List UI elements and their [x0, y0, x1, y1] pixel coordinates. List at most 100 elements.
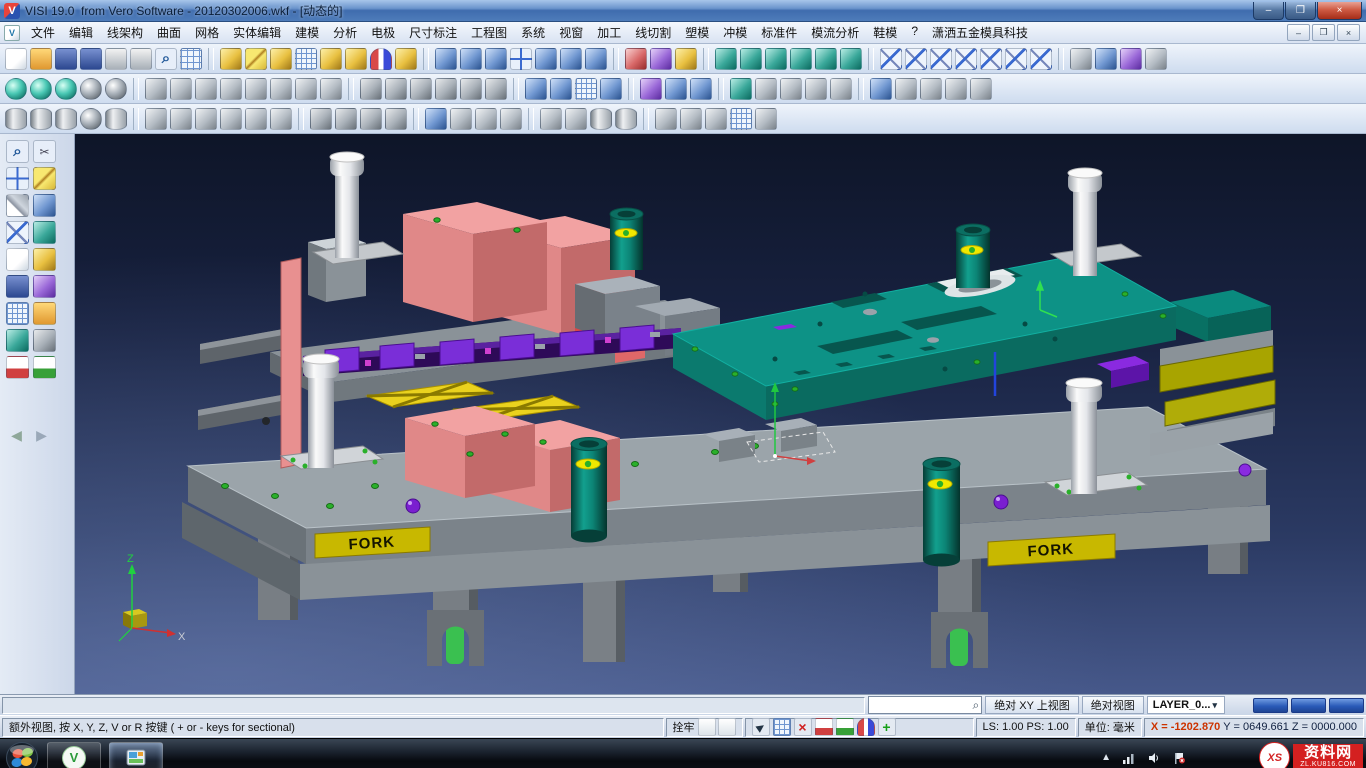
- doc-red-icon[interactable]: [6, 356, 29, 379]
- sphere-gray-icon[interactable]: [80, 78, 102, 100]
- wire-blue-icon[interactable]: [1030, 48, 1052, 70]
- doc-green-icon[interactable]: [836, 718, 854, 736]
- cube-blue-icon[interactable]: [665, 78, 687, 100]
- sphere-gray-icon[interactable]: [80, 108, 102, 130]
- cube-gray-icon[interactable]: [220, 108, 242, 130]
- cube-gray-icon[interactable]: [170, 78, 192, 100]
- print-icon[interactable]: [105, 48, 127, 70]
- disk-icon[interactable]: [80, 48, 102, 70]
- quick-view-button-2[interactable]: [1291, 698, 1326, 713]
- cube-gray-icon[interactable]: [565, 108, 587, 130]
- lock-cell[interactable]: 拴牢: [666, 718, 743, 737]
- menu-item[interactable]: 系统: [514, 22, 552, 43]
- viewport-canvas[interactable]: FORK FORK: [75, 134, 1366, 694]
- cube-gray-icon[interactable]: [145, 78, 167, 100]
- cube-gray2-icon[interactable]: [460, 78, 482, 100]
- cyl-gray-icon[interactable]: [615, 108, 637, 130]
- menu-item[interactable]: 标准件: [754, 22, 804, 43]
- taskbar-app-active[interactable]: [109, 742, 163, 768]
- doc-white-icon[interactable]: [698, 718, 716, 736]
- cube-gray-icon[interactable]: [270, 108, 292, 130]
- cube-teal-icon[interactable]: [765, 48, 787, 70]
- menu-item[interactable]: 潇洒五金模具科技: [925, 22, 1035, 43]
- cube-teal-icon[interactable]: [840, 48, 862, 70]
- cube-gray2-icon[interactable]: [385, 108, 407, 130]
- wire-blue-icon[interactable]: [880, 48, 902, 70]
- cube-gray2-icon[interactable]: [435, 78, 457, 100]
- cube-blue-icon[interactable]: [425, 108, 447, 130]
- menu-item[interactable]: 实体编辑: [226, 22, 288, 43]
- snap-grid-icon[interactable]: [773, 718, 791, 736]
- folder-icon[interactable]: [30, 48, 52, 70]
- axis-blue-icon[interactable]: [510, 48, 532, 70]
- wire-blue-icon[interactable]: [6, 221, 29, 244]
- cube-blue-icon[interactable]: [870, 78, 892, 100]
- cube-gray-icon[interactable]: [500, 108, 522, 130]
- cube-gray-icon[interactable]: [755, 78, 777, 100]
- disk-icon[interactable]: [55, 48, 77, 70]
- grid-blue-icon[interactable]: [295, 48, 317, 70]
- cube-gray2-icon[interactable]: [410, 78, 432, 100]
- page-icon[interactable]: [5, 48, 27, 70]
- command-prompt-field[interactable]: [2, 697, 865, 714]
- start-button[interactable]: [5, 741, 39, 768]
- cube-gray-icon[interactable]: [780, 78, 802, 100]
- cube-yellow-icon[interactable]: [395, 48, 417, 70]
- cube-gray-icon[interactable]: [945, 78, 967, 100]
- doc-green-icon[interactable]: [33, 356, 56, 379]
- menu-item[interactable]: 鞋模: [866, 22, 904, 43]
- fwd-icon[interactable]: [31, 425, 52, 446]
- doc-close-button[interactable]: ×: [1337, 24, 1360, 41]
- menu-item[interactable]: 模流分析: [804, 22, 866, 43]
- menu-item[interactable]: 工程图: [464, 22, 514, 43]
- cube-blue-icon[interactable]: [485, 48, 507, 70]
- grid-blue-icon[interactable]: [730, 108, 752, 130]
- minimize-button[interactable]: –: [1253, 2, 1284, 20]
- cube-gray-icon[interactable]: [245, 78, 267, 100]
- cube-gray-icon[interactable]: [170, 108, 192, 130]
- cube-blue-icon[interactable]: [550, 78, 572, 100]
- menu-item[interactable]: 电极: [364, 22, 402, 43]
- menu-item[interactable]: 加工: [590, 22, 628, 43]
- cube-gray-icon[interactable]: [320, 78, 342, 100]
- cube-teal-icon[interactable]: [730, 78, 752, 100]
- view-xy-button[interactable]: 绝对 XY 上视图: [985, 696, 1079, 714]
- cube-blue-icon[interactable]: [1095, 48, 1117, 70]
- view-icon[interactable]: [180, 48, 202, 70]
- search-box[interactable]: ⌕: [868, 696, 982, 714]
- menu-item[interactable]: 线架构: [100, 22, 150, 43]
- wire-blue-icon[interactable]: [930, 48, 952, 70]
- cyl-gray-icon[interactable]: [590, 108, 612, 130]
- menu-item[interactable]: 文件: [24, 22, 62, 43]
- cube-teal-icon[interactable]: [740, 48, 762, 70]
- cube-gray-icon[interactable]: [220, 78, 242, 100]
- plus-icon[interactable]: [878, 718, 896, 736]
- cube-teal-icon[interactable]: [815, 48, 837, 70]
- sphere-gray-icon[interactable]: [105, 78, 127, 100]
- menu-item[interactable]: 视窗: [552, 22, 590, 43]
- cube-purple-icon[interactable]: [650, 48, 672, 70]
- pencil-yellow-icon[interactable]: [33, 167, 56, 190]
- pointer-icon[interactable]: [752, 718, 770, 736]
- cube-gray2-icon[interactable]: [335, 108, 357, 130]
- cube-gray-icon[interactable]: [540, 108, 562, 130]
- cube-gray-icon[interactable]: [830, 78, 852, 100]
- cube-gray-icon[interactable]: [295, 78, 317, 100]
- cube-blue-icon[interactable]: [535, 48, 557, 70]
- menu-item[interactable]: 塑模: [678, 22, 716, 43]
- search-icon[interactable]: [6, 140, 29, 163]
- cube-gray-icon[interactable]: [655, 108, 677, 130]
- cube-gray-icon[interactable]: [895, 78, 917, 100]
- sphere-teal-icon[interactable]: [30, 78, 52, 100]
- cube-blue-icon[interactable]: [435, 48, 457, 70]
- menu-item[interactable]: 曲面: [150, 22, 188, 43]
- menu-item[interactable]: 网格: [188, 22, 226, 43]
- speaker-icon[interactable]: [1147, 751, 1161, 765]
- wire-blue-icon[interactable]: [1005, 48, 1027, 70]
- cube-gray2-icon[interactable]: [360, 108, 382, 130]
- cube-yellow-icon[interactable]: [320, 48, 342, 70]
- folder-icon[interactable]: [33, 302, 56, 325]
- search-icon[interactable]: [155, 48, 177, 70]
- wire-blue-icon[interactable]: [905, 48, 927, 70]
- pencil-yellow-icon[interactable]: [245, 48, 267, 70]
